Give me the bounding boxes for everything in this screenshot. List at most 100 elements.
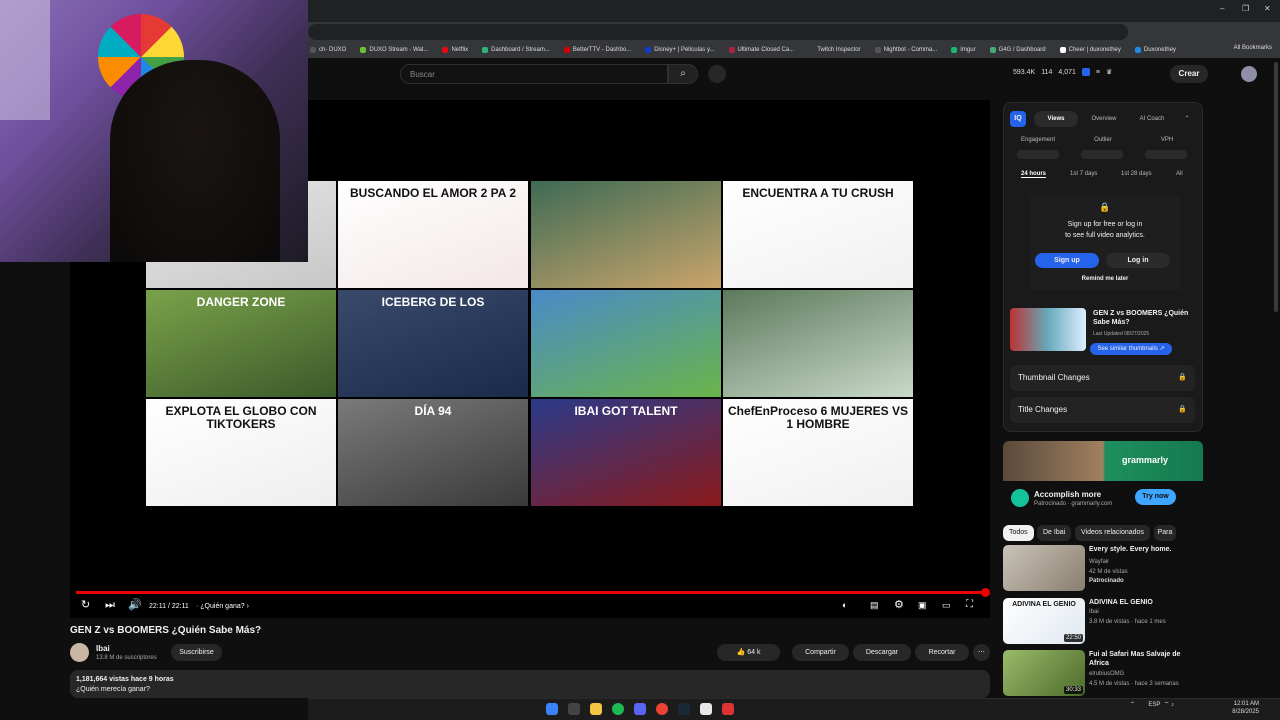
volume-icon[interactable]: 🔊 — [128, 599, 142, 611]
windows-start-icon[interactable] — [546, 703, 558, 715]
microphone-icon[interactable] — [708, 65, 726, 83]
rec-title[interactable]: Fui al Safari Mas Salvaje de Africa — [1089, 650, 1201, 668]
similar-thumbnails-button[interactable]: See similar thumbnails ↗ — [1090, 343, 1172, 355]
minimize-button[interactable]: – — [1220, 4, 1224, 13]
speaker-icon[interactable]: ♪ — [1171, 702, 1174, 708]
end-screen-thumbnail[interactable]: DÍA 94 — [338, 399, 528, 506]
vidiq-icon[interactable] — [1081, 68, 1090, 76]
signup-button[interactable]: Sign up — [1035, 253, 1099, 268]
download-button[interactable]: Descargar — [853, 644, 911, 661]
gear-icon[interactable]: ⚙ — [894, 599, 904, 611]
wifi-icon[interactable]: ⌔ — [1164, 702, 1170, 708]
chrome-icon[interactable] — [656, 703, 668, 715]
ad-banner[interactable] — [1003, 441, 1203, 481]
range-24h[interactable]: 24 hours — [1021, 171, 1047, 178]
ad-title[interactable]: Accomplish more — [1034, 490, 1101, 499]
channel-avatar[interactable] — [70, 643, 89, 662]
bookmark-item[interactable]: BetterTTV - Dashbo... — [563, 47, 631, 53]
chip-for-you[interactable]: Para — [1154, 525, 1176, 541]
more-actions-button[interactable]: ⋯ — [973, 644, 990, 661]
search-input[interactable]: Buscar — [400, 64, 668, 84]
language-indicator[interactable]: ESP — [1148, 702, 1160, 708]
close-window-button[interactable]: ✕ — [1264, 4, 1271, 13]
progress-handle[interactable] — [981, 588, 990, 597]
miniplayer-icon[interactable]: ▣ — [918, 599, 927, 611]
bookmark-item[interactable]: DUXO Stream - Wat... — [360, 47, 428, 53]
search-icon[interactable]: ⌕ — [668, 64, 698, 84]
end-screen-thumbnail[interactable]: DANGER ZONE — [146, 290, 336, 397]
replay-icon[interactable]: ↻ — [81, 599, 90, 611]
steam-icon[interactable] — [678, 703, 690, 715]
document-icon[interactable] — [700, 703, 712, 715]
spotify-icon[interactable] — [612, 703, 624, 715]
chip-all[interactable]: Todos — [1003, 525, 1034, 541]
bookmark-item[interactable]: G4G / Dashboard — [989, 47, 1046, 53]
create-button[interactable]: Crear — [1170, 65, 1208, 83]
end-screen-thumbnail[interactable]: ENCUENTRA A TU CRUSH — [723, 181, 913, 288]
rec-thumbnail[interactable]: ADIVINA EL GENIO 22:50 — [1003, 598, 1085, 644]
bookmark-item[interactable]: Dashboard / Stream... — [482, 47, 550, 53]
end-screen-thumbnail[interactable]: ICEBERG DE LOS — [338, 290, 528, 397]
clip-button[interactable]: Recortar — [915, 644, 969, 661]
avatar[interactable] — [1241, 66, 1257, 82]
bookmark-item[interactable]: Twitch Inspector — [808, 47, 861, 53]
end-screen-thumbnail[interactable]: ChefEnProceso 6 MUJERES VS 1 HOMBRE — [723, 399, 913, 506]
end-screen-thumbnail[interactable]: IBAI GOT TALENT — [531, 399, 721, 506]
list-item[interactable]: ADIVINA EL GENIO 22:50 ADIVINA EL GENIO … — [1003, 598, 1203, 644]
address-bar[interactable] — [308, 24, 1128, 40]
bookmark-item[interactable]: Disney+ | Películas y... — [645, 47, 715, 53]
chip-from-ibai[interactable]: De Ibai — [1037, 525, 1072, 541]
trophy-icon[interactable]: ♛ — [1106, 68, 1112, 76]
like-button[interactable]: 👍 64 k — [717, 644, 780, 661]
end-screen-thumbnail[interactable] — [723, 290, 913, 397]
bookmark-item[interactable]: Ultimate Closed Ca... — [728, 47, 794, 53]
bookmark-item[interactable]: Duxonethey — [1134, 47, 1176, 53]
end-screen-thumbnail[interactable]: BUSCANDO EL AMOR 2 PA 2 — [338, 181, 528, 288]
rec-title[interactable]: Every style. Every home. — [1089, 545, 1201, 554]
discord-icon[interactable] — [634, 703, 646, 715]
subscribe-button[interactable]: Suscribirse — [171, 644, 222, 661]
bookmark-item[interactable]: Cheer | duxonethey — [1059, 47, 1121, 53]
list-icon[interactable]: ≡ — [1096, 69, 1100, 76]
bookmark-item[interactable]: Nightbot - Comma... — [874, 47, 937, 53]
search-icon[interactable] — [568, 703, 580, 715]
scrollbar-thumb[interactable] — [1274, 62, 1278, 312]
range-all[interactable]: All — [1176, 171, 1183, 177]
channel-name[interactable]: Ibai — [96, 644, 110, 653]
share-button[interactable]: Compartir — [792, 644, 849, 661]
subtitles-icon[interactable]: ▤ — [870, 599, 879, 611]
range-7d[interactable]: 1st 7 days — [1070, 171, 1097, 177]
remind-later-link[interactable]: Remind me later — [1030, 276, 1180, 282]
rec-thumbnail[interactable] — [1003, 545, 1085, 591]
end-screen-thumbnail[interactable] — [531, 181, 721, 288]
end-screen-thumbnail[interactable] — [531, 290, 721, 397]
try-now-button[interactable]: Try now — [1135, 489, 1176, 505]
list-item[interactable]: Every style. Every home. Wayfair 42 M de… — [1003, 545, 1203, 591]
fullscreen-icon[interactable]: ⛶ — [966, 599, 973, 611]
thumbnail-changes-row[interactable]: Thumbnail Changes 🔒 — [1010, 365, 1195, 391]
progress-bar[interactable] — [76, 591, 986, 594]
login-button[interactable]: Log in — [1106, 253, 1170, 268]
tab-views[interactable]: Views — [1034, 111, 1078, 127]
range-28d[interactable]: 1st 28 days — [1121, 171, 1152, 177]
chip-related[interactable]: Videos relacionados — [1075, 525, 1150, 541]
bookmark-item[interactable]: Imgur — [951, 47, 976, 53]
chapter-title[interactable]: · ¿Quién gana? › — [196, 601, 249, 613]
system-tray[interactable]: ⌃ ESP ⌔ ♪ — [1130, 700, 1174, 708]
title-changes-row[interactable]: Title Changes 🔒 — [1010, 397, 1195, 423]
tab-ai-coach[interactable]: AI Coach — [1130, 111, 1174, 127]
taskbar-clock[interactable]: 12:01 AM 8/28/2025 — [1227, 700, 1259, 716]
bookmark-item[interactable]: ch- DUXO — [310, 47, 346, 53]
tab-overview[interactable]: Overview — [1082, 111, 1126, 127]
theater-icon[interactable]: ▭ — [942, 599, 951, 611]
bookmark-item[interactable]: Netflix — [442, 47, 468, 53]
obs-icon[interactable] — [722, 703, 734, 715]
all-bookmarks-button[interactable]: All Bookmarks — [1234, 45, 1272, 51]
maximize-button[interactable]: ❐ — [1242, 4, 1249, 13]
rec-thumbnail[interactable]: 30:33 — [1003, 650, 1085, 696]
next-icon[interactable]: ⏭ — [105, 599, 115, 611]
end-screen-thumbnail[interactable]: EXPLOTA EL GLOBO CON TIKTOKERS — [146, 399, 336, 506]
folder-icon[interactable] — [590, 703, 602, 715]
description-box[interactable]: 1,181,664 vistas hace 9 horas ¿Quién mer… — [70, 670, 990, 698]
collapse-icon[interactable]: ⌃ — [1180, 111, 1194, 127]
